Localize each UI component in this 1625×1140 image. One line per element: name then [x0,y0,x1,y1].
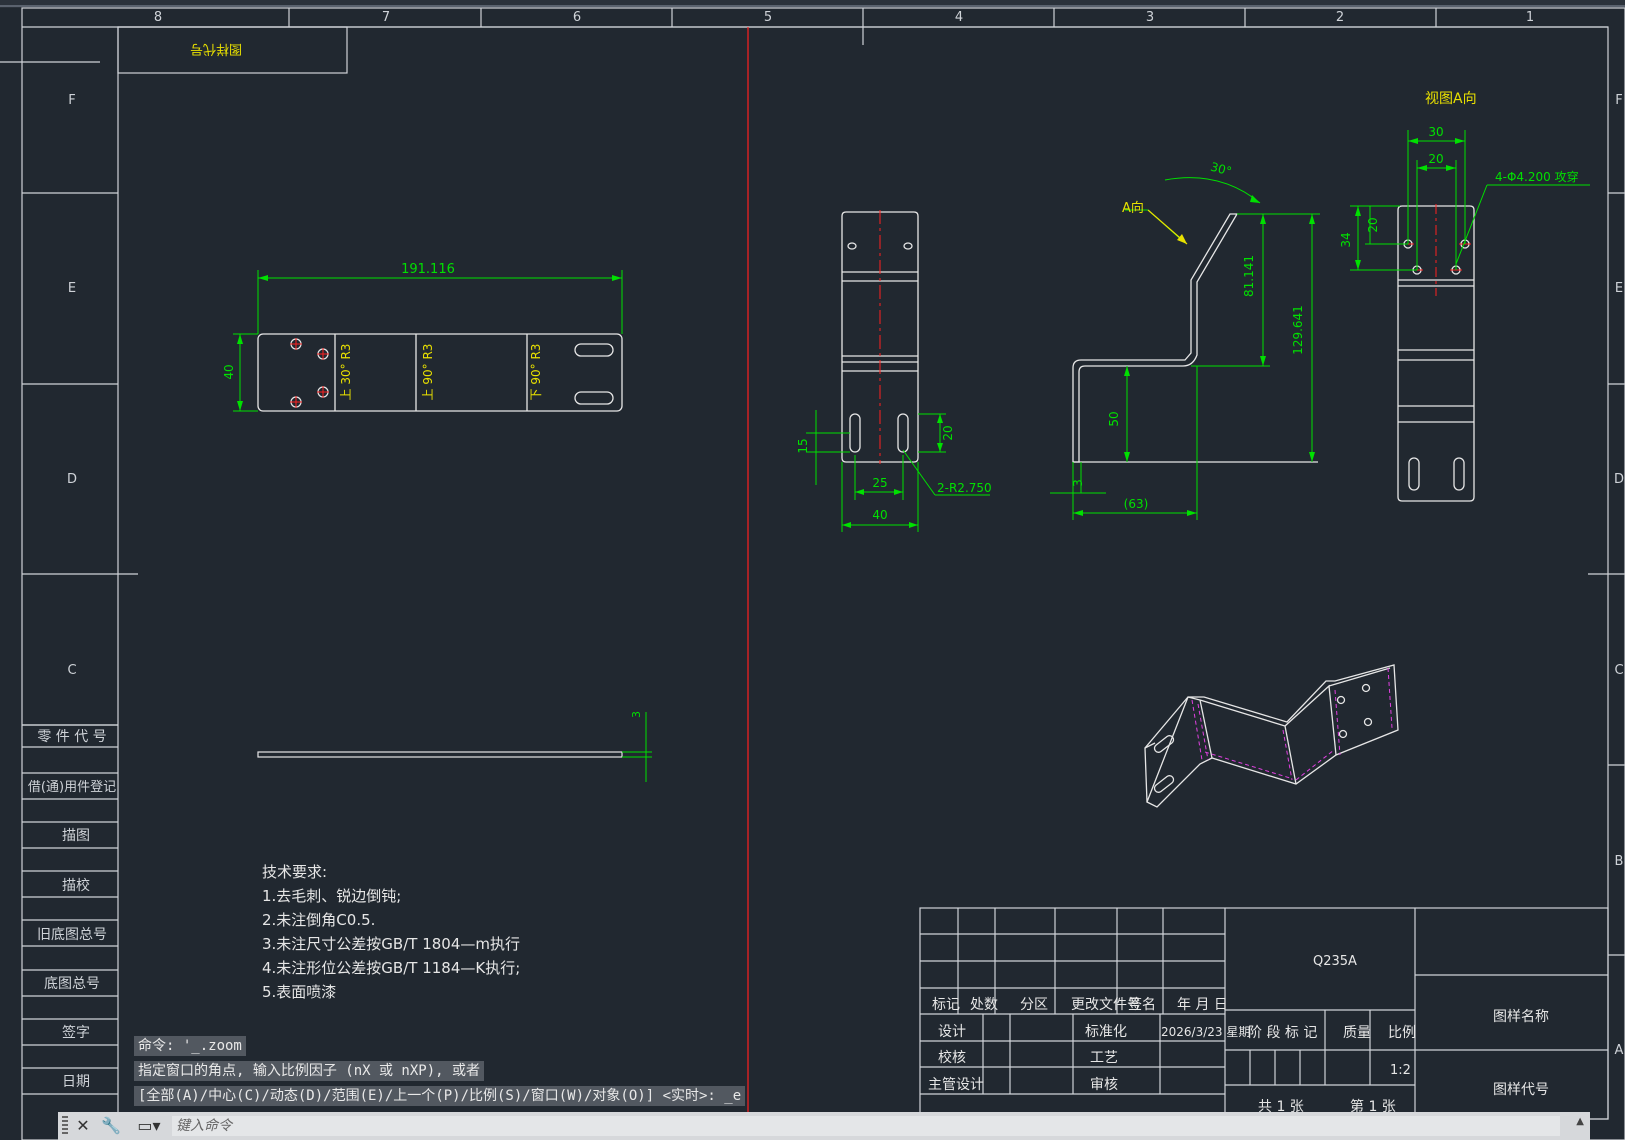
side-view[interactable]: 81.141 129.641 50 3 (63) 30° A向 [1050,160,1320,520]
standardize-label: 标准化 [1085,1024,1127,1040]
caret-up-icon[interactable]: ▲ [1576,1116,1584,1127]
col-count: 处数 [970,997,998,1013]
zone-col-2: 2 [1336,10,1344,25]
mass-label: 质量 [1343,1025,1371,1041]
review-label: 审核 [1090,1077,1118,1093]
dim-angle: 30° [1209,160,1233,179]
part-code-label: 图样代号 [1493,1082,1549,1098]
zone-row-f-right: F [1615,93,1622,108]
strip-base-no: 底图总号 [44,976,100,992]
tech-req-item-4: 4.未注形位公差按GB/T 1184—K执行; [262,959,520,977]
thickness-view[interactable]: 3 [257,711,652,782]
dim-front-40: 40 [872,508,887,522]
dim-side-129: 129.641 [1291,305,1305,355]
wrench-icon[interactable]: 🔧 [100,1115,122,1137]
drawing-canvas[interactable]: 8 7 6 5 4 3 2 1 7 6 5 4 3 2 F E D C F E … [0,0,1625,1140]
zone-col-1: 1 [1526,10,1534,25]
part-name-label: 图样名称 [1493,1009,1549,1025]
check-label: 校核 [938,1049,966,1066]
view-a-title: 视图A向 [1425,91,1477,107]
revision-box-label: 图样代号 [190,41,242,56]
view-a-arrow-label: A向 [1122,200,1144,216]
zone-row-d-right: D [1614,472,1624,487]
zone-row-c: C [67,663,76,678]
zone-row-d: D [67,472,77,487]
dim-va-20b: 20 [1366,217,1380,232]
canvas-top-bar [0,0,1625,8]
drawing-frame [0,7,1625,1140]
view-a[interactable]: 视图A向 30 20 34 20 4-Φ4.200 攻穿 [1339,91,1590,502]
zone-col-7: 7 [382,10,390,25]
zone-col-4: 4 [955,10,963,25]
zone-col-5: 5 [764,10,772,25]
zone-row-a-right: A [1615,1043,1624,1058]
col-zone: 分区 [1020,997,1048,1013]
tech-req-item-1: 1.去毛刺、锐边倒钝; [262,887,401,905]
zone-row-e: E [68,281,76,296]
dim-va-34: 34 [1339,232,1353,247]
dim-front-20: 20 [941,425,955,440]
dim-flat-length: 191.116 [401,262,455,277]
col-mark: 标记 [932,997,960,1013]
col-sign: 签名 [1128,996,1156,1013]
design-date: 2026/3/23 星期 [1161,1025,1250,1039]
command-prompt-icon[interactable]: ▭▾ [132,1115,166,1137]
strip-date: 日期 [62,1074,90,1090]
command-line-bar: ✕ 🔧 ▭▾ ▲ [58,1112,1590,1140]
left-strip: 零 件 代 号 借(通)用件登记 描图 描校 旧底图总号 底图总号 签字 日期 [28,729,116,1090]
dim-thickness: 3 [630,711,643,718]
bend-note-1: 上 30° R3 [339,344,353,401]
dim-side-3: 3 [1071,479,1085,487]
scale-value: 1:2 [1390,1063,1411,1078]
zone-row-c-right: C [1614,663,1623,678]
command-history-line-2: 指定窗口的角点, 输入比例因子 (nX 或 nXP), 或者 [134,1061,485,1081]
dim-slot: 2-R2.750 [937,481,992,495]
dim-va-20: 20 [1428,152,1443,166]
dim-flat-height: 40 [222,364,236,379]
stage-mark-label: 阶 段 标 记 [1248,1025,1317,1041]
close-icon[interactable]: ✕ [72,1115,94,1137]
dim-front-15: 15 [796,438,810,453]
command-history-line-3: [全部(A)/中心(C)/动态(D)/范围(E)/上一个(P)/比例(S)/窗口… [134,1086,746,1106]
tech-req-item-3: 3.未注尺寸公差按GB/T 1804—m执行 [262,935,520,953]
zone-col-8: 8 [154,10,162,25]
strip-part-code: 零 件 代 号 [37,729,106,745]
scale-label: 比例 [1388,1025,1416,1041]
front-view[interactable]: 15 20 25 40 2-R2.750 [796,210,992,532]
dim-side-63: (63) [1124,497,1149,511]
chief-design-label: 主管设计 [928,1077,984,1093]
command-input[interactable] [172,1116,1560,1136]
bend-note-2: 上 90° R3 [421,344,435,401]
design-label: 设计 [938,1024,966,1040]
tech-req-title: 技术要求: [262,863,327,881]
tech-req-item-2: 2.未注倒角C0.5. [262,911,375,929]
dim-front-25: 25 [872,476,887,490]
dim-holes: 4-Φ4.200 攻穿 [1495,169,1579,184]
dim-va-30: 30 [1428,125,1443,139]
flat-pattern-view[interactable]: 191.116 40 上 30° R3 上 90° R3 下 90° R3 [222,262,623,412]
command-history-line-1: 命令: '_.zoom [134,1036,246,1056]
command-bar-grip-handle[interactable] [62,1116,68,1136]
dim-side-50: 50 [1107,411,1121,426]
strip-trace: 描图 [62,828,90,844]
tech-requirements: 技术要求: 1.去毛刺、锐边倒钝; 2.未注倒角C0.5. 3.未注尺寸公差按G… [262,863,520,1001]
zone-row-f: F [68,93,75,108]
strip-trace-check: 描校 [62,877,90,894]
zone-col-6: 6 [573,10,581,25]
strip-old-base-no: 旧底图总号 [37,927,107,943]
tech-req-item-5: 5.表面喷漆 [262,983,336,1001]
col-date: 年 月 日 [1177,997,1228,1013]
strip-signature: 签字 [62,1024,90,1041]
strip-borrow-record: 借(通)用件登记 [28,780,116,795]
process-label: 工艺 [1090,1050,1118,1066]
zone-col-3: 3 [1146,10,1154,25]
material: Q235A [1313,954,1357,969]
bend-note-3: 下 90° R3 [529,344,543,401]
zone-row-b-right: B [1615,854,1624,869]
isometric-view[interactable] [1144,664,1399,808]
title-block-text: Q235A 图样名称 图样代号 标记 处数 分区 更改文件号 签名 年 月 日 … [928,954,1549,1115]
dim-side-81: 81.141 [1242,255,1256,297]
zone-row-e-right: E [1615,281,1623,296]
